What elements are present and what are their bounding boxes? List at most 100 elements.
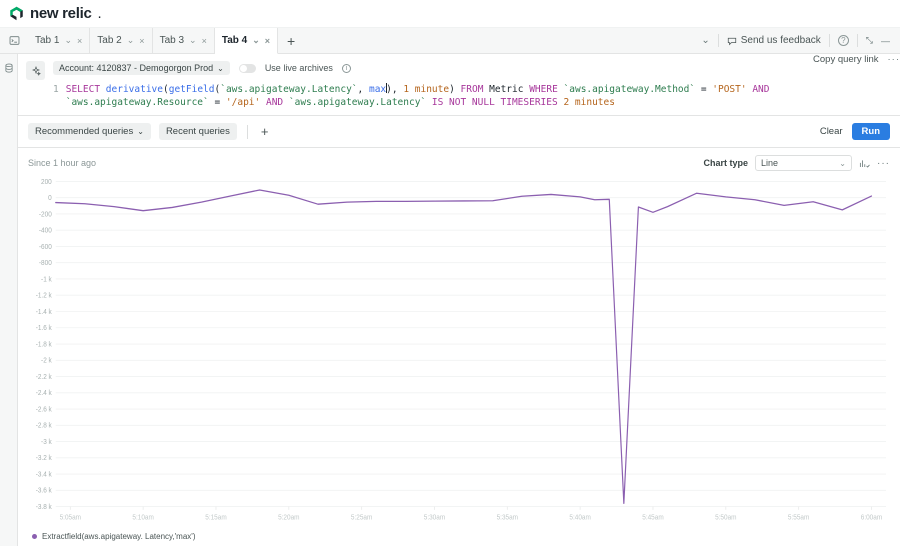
legend-label[interactable]: Extractfield(aws.apigateway. Latency,'ma… bbox=[42, 532, 196, 541]
tab-label: Tab 1 bbox=[35, 35, 60, 46]
svg-text:-800: -800 bbox=[39, 260, 52, 267]
recommended-queries-label: Recommended queries bbox=[35, 126, 134, 137]
svg-text:-2.2 k: -2.2 k bbox=[36, 374, 53, 381]
close-icon[interactable]: × bbox=[265, 36, 270, 46]
divider bbox=[828, 34, 830, 47]
feedback-icon bbox=[727, 37, 736, 45]
chevron-down-icon: ⌄ bbox=[839, 158, 846, 168]
main-body: Account: 4120837 - Demogorgon Prod ⌄ Use… bbox=[0, 54, 900, 546]
divider bbox=[717, 34, 719, 47]
nrql-query-text[interactable]: SELECT derivative(getField(`aws.apigatew… bbox=[66, 83, 890, 109]
expand-icon[interactable]: ⤡ bbox=[866, 35, 873, 46]
tab-label: Tab 3 bbox=[159, 35, 185, 46]
add-query-button[interactable]: + bbox=[258, 124, 272, 139]
svg-text:-3.8 k: -3.8 k bbox=[36, 504, 53, 511]
live-archives-toggle[interactable] bbox=[238, 63, 256, 73]
content-column: Account: 4120837 - Demogorgon Prod ⌄ Use… bbox=[18, 54, 900, 546]
close-icon[interactable]: × bbox=[139, 36, 144, 46]
chart-legend: Extractfield(aws.apigateway. Latency,'ma… bbox=[28, 528, 890, 542]
help-icon[interactable]: ? bbox=[837, 35, 849, 46]
copy-query-link-button[interactable]: Copy query link bbox=[813, 54, 878, 65]
svg-text:5:45am: 5:45am bbox=[642, 514, 664, 521]
svg-text:5:20am: 5:20am bbox=[278, 514, 300, 521]
svg-text:200: 200 bbox=[41, 179, 52, 186]
tab-2[interactable]: Tab 2 ⌄ × bbox=[90, 28, 153, 53]
chevron-down-icon[interactable]: ⌄ bbox=[189, 35, 197, 46]
live-archives-label: Use live archives bbox=[264, 63, 333, 73]
tab-label: Tab 2 bbox=[97, 35, 122, 46]
divider bbox=[856, 34, 858, 47]
query-toolbar: Recommended queries ⌄ Recent queries + C… bbox=[18, 116, 900, 148]
minimize-icon[interactable]: — bbox=[881, 36, 890, 46]
brand-bar: new relic . bbox=[0, 0, 900, 28]
chevron-down-icon[interactable]: ⌄ bbox=[252, 35, 260, 46]
tab-3[interactable]: Tab 3 ⌄ × bbox=[153, 28, 215, 53]
editor-more-icon[interactable]: ··· bbox=[888, 54, 900, 65]
chart-header: Since 1 hour ago Chart type Line ⌄ ··· bbox=[28, 154, 890, 172]
line-number: 1 bbox=[53, 84, 59, 95]
chevron-down-icon: ⌄ bbox=[137, 127, 144, 136]
tab-bar-actions: ⌄ Send us feedback ? ⤡ — bbox=[701, 28, 900, 53]
svg-text:5:55am: 5:55am bbox=[788, 514, 810, 521]
account-label: Account: 4120837 - Demogorgon Prod bbox=[59, 63, 214, 73]
svg-text:-1.4 k: -1.4 k bbox=[36, 309, 53, 316]
collapse-chevron-icon[interactable]: ⌄ bbox=[701, 35, 709, 46]
tab-4[interactable]: Tab 4 ⌄ × bbox=[214, 28, 279, 54]
chevron-down-icon[interactable]: ⌄ bbox=[127, 35, 135, 46]
svg-text:-3.4 k: -3.4 k bbox=[36, 471, 53, 478]
svg-text:-400: -400 bbox=[39, 227, 52, 234]
legend-color-swatch bbox=[32, 533, 37, 539]
recent-queries-button[interactable]: Recent queries bbox=[158, 123, 237, 140]
tab-label: Tab 4 bbox=[221, 35, 248, 46]
editor-options-row: Account: 4120837 - Demogorgon Prod ⌄ Use… bbox=[53, 60, 890, 76]
time-range-label: Since 1 hour ago bbox=[28, 158, 97, 168]
recommended-queries-button[interactable]: Recommended queries ⌄ bbox=[28, 123, 151, 140]
svg-text:-2.8 k: -2.8 k bbox=[36, 422, 53, 429]
line-chart[interactable]: 200 0 -200 -400 -600 -800 -1 k -1.2 k -1.4 k -1.6… bbox=[28, 175, 890, 528]
svg-text:-1 k: -1 k bbox=[41, 276, 52, 283]
svg-text:5:35am: 5:35am bbox=[497, 514, 519, 521]
svg-text:-3 k: -3 k bbox=[41, 439, 52, 446]
query-console-icon[interactable] bbox=[0, 28, 28, 53]
database-icon[interactable] bbox=[4, 63, 14, 76]
chart-settings-icon[interactable] bbox=[859, 158, 870, 169]
send-feedback-button[interactable]: Send us feedback bbox=[727, 35, 821, 46]
tab-bar: Tab 1 ⌄ × Tab 2 ⌄ × Tab 3 ⌄ × Tab 4 ⌄ × … bbox=[0, 28, 900, 54]
divider bbox=[246, 124, 248, 139]
send-feedback-label: Send us feedback bbox=[740, 35, 821, 46]
new-relic-mark-icon bbox=[10, 6, 23, 21]
account-selector[interactable]: Account: 4120837 - Demogorgon Prod ⌄ bbox=[53, 61, 230, 75]
chevron-down-icon[interactable]: ⌄ bbox=[64, 35, 72, 46]
editor-actions: Copy query link ··· bbox=[813, 54, 900, 65]
run-button[interactable]: Run bbox=[851, 123, 890, 140]
nrql-code-area[interactable]: 1 SELECT derivative(getField(`aws.apigat… bbox=[53, 83, 890, 115]
info-icon[interactable]: i bbox=[341, 63, 351, 73]
svg-text:-1.2 k: -1.2 k bbox=[36, 292, 53, 299]
query-editor-region: Account: 4120837 - Demogorgon Prod ⌄ Use… bbox=[18, 54, 900, 116]
svg-text:-1.6 k: -1.6 k bbox=[36, 325, 53, 332]
chart-more-icon[interactable]: ··· bbox=[877, 158, 890, 169]
close-icon[interactable]: × bbox=[77, 36, 82, 46]
recent-queries-label: Recent queries bbox=[165, 126, 230, 137]
tab-1[interactable]: Tab 1 ⌄ × bbox=[28, 28, 91, 53]
clear-button[interactable]: Clear bbox=[820, 126, 843, 137]
new-relic-logo[interactable]: new relic . bbox=[9, 5, 102, 22]
chart-type-select[interactable]: Line ⌄ bbox=[755, 155, 852, 171]
svg-text:-200: -200 bbox=[39, 211, 52, 218]
chart-type-value: Line bbox=[761, 158, 779, 168]
ai-assist-icon[interactable] bbox=[26, 61, 45, 80]
add-tab-button[interactable]: + bbox=[278, 28, 304, 53]
svg-text:-3.2 k: -3.2 k bbox=[36, 455, 53, 462]
svg-text:6:00am: 6:00am bbox=[861, 514, 883, 521]
svg-text:5:10am: 5:10am bbox=[132, 514, 154, 521]
svg-text:-1.8 k: -1.8 k bbox=[36, 341, 53, 348]
close-icon[interactable]: × bbox=[202, 36, 207, 46]
svg-text:-3.6 k: -3.6 k bbox=[36, 488, 53, 495]
chart-plot-area[interactable]: 200 0 -200 -400 -600 -800 -1 k -1.2 k -1.4 k -1.6… bbox=[28, 175, 890, 528]
left-rail bbox=[0, 54, 18, 546]
svg-text:5:30am: 5:30am bbox=[424, 514, 446, 521]
svg-text:5:50am: 5:50am bbox=[715, 514, 737, 521]
svg-text:5:40am: 5:40am bbox=[569, 514, 591, 521]
chart-panel: Since 1 hour ago Chart type Line ⌄ ··· 2… bbox=[18, 148, 900, 546]
editor-main: Account: 4120837 - Demogorgon Prod ⌄ Use… bbox=[53, 60, 890, 115]
